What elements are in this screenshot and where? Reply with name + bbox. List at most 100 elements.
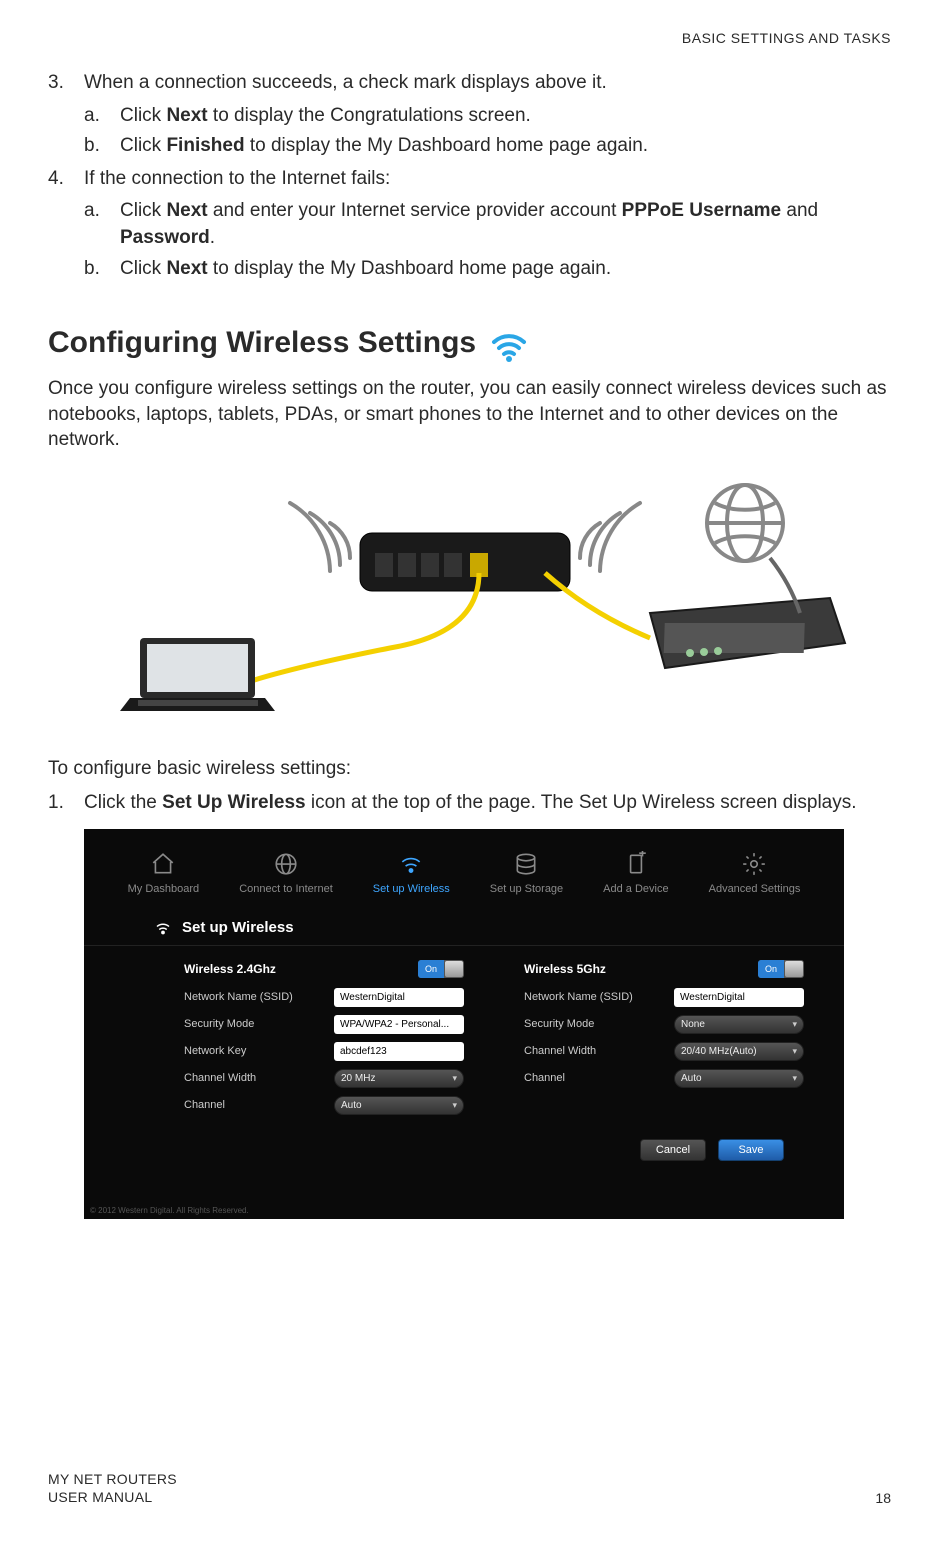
- instruction-list: 3. When a connection succeeds, a check m…: [48, 70, 891, 282]
- channel-label: Channel: [524, 1072, 565, 1084]
- ssid-input[interactable]: WesternDigital: [334, 988, 464, 1007]
- select-value: Auto: [681, 1073, 702, 1084]
- text: to display the My Dashboard home page ag…: [245, 135, 648, 156]
- step-3b: b. Click Finished to display the My Dash…: [84, 133, 891, 160]
- channel-width-label: Channel Width: [184, 1072, 256, 1084]
- bold-text: Next: [166, 258, 207, 279]
- nav-label: Advanced Settings: [709, 883, 801, 895]
- cancel-button[interactable]: Cancel: [640, 1139, 706, 1161]
- ssid-label: Network Name (SSID): [184, 991, 293, 1003]
- nav-dashboard[interactable]: My Dashboard: [128, 851, 200, 895]
- step-4a: a. Click Next and enter your Internet se…: [84, 198, 891, 251]
- home-icon: [148, 851, 178, 877]
- step-3a: a. Click Next to display the Congratulat…: [84, 103, 891, 130]
- nav-wireless[interactable]: Set up Wireless: [373, 851, 450, 895]
- key-input[interactable]: abcdef123: [334, 1042, 464, 1061]
- text: and enter your Internet service provider…: [208, 200, 622, 221]
- nav-label: Add a Device: [603, 883, 668, 895]
- bold-text: Next: [166, 200, 207, 221]
- channel-width-select[interactable]: 20 MHz ▾: [334, 1069, 464, 1088]
- bold-text: PPPoE Username: [622, 200, 781, 221]
- chevron-down-icon: ▾: [452, 1073, 457, 1084]
- select-value: 20 MHz: [341, 1073, 375, 1084]
- nav-label: Connect to Internet: [239, 883, 333, 895]
- nav-label: Set up Storage: [490, 883, 563, 895]
- channel-select[interactable]: Auto ▾: [334, 1096, 464, 1115]
- nav-device[interactable]: Add a Device: [603, 851, 668, 895]
- step-letter: a.: [84, 198, 100, 225]
- wireless-form: Wireless 2.4Ghz On Network Name (SSID) W…: [84, 946, 844, 1123]
- text: .: [210, 227, 215, 248]
- toggle-5ghz[interactable]: On: [758, 960, 804, 978]
- top-navigation: My Dashboard Connect to Internet Set up …: [84, 829, 844, 909]
- channel-width-label: Channel Width: [524, 1045, 596, 1057]
- copyright-text: © 2012 Western Digital. All Rights Reser…: [90, 1206, 249, 1215]
- device-icon: [621, 851, 651, 877]
- step-number: 3.: [48, 70, 64, 97]
- panel-title: Set up Wireless: [84, 909, 844, 946]
- save-button[interactable]: Save: [718, 1139, 784, 1161]
- select-value: Auto: [341, 1100, 362, 1111]
- step-number: 4.: [48, 166, 64, 193]
- network-diagram-figure: [90, 473, 850, 718]
- text: and: [781, 200, 818, 221]
- nav-advanced[interactable]: Advanced Settings: [709, 851, 801, 895]
- nav-storage[interactable]: Set up Storage: [490, 851, 563, 895]
- toggle-on-label: On: [418, 960, 444, 978]
- footer: MY NET ROUTERS USER MANUAL: [48, 1470, 177, 1506]
- channel-select[interactable]: Auto ▾: [674, 1069, 804, 1088]
- wifi-icon: [488, 322, 530, 364]
- footer-line1: MY NET ROUTERS: [48, 1470, 177, 1488]
- channel-width-select[interactable]: 20/40 MHz(Auto) ▾: [674, 1042, 804, 1061]
- step-1: 1. Click the Set Up Wireless icon at the…: [48, 790, 891, 817]
- storage-icon: [511, 851, 541, 877]
- main-content: 3. When a connection succeeds, a check m…: [48, 70, 891, 1219]
- ssid-label: Network Name (SSID): [524, 991, 633, 1003]
- security-label: Security Mode: [184, 1018, 254, 1030]
- button-row: Cancel Save: [84, 1123, 844, 1161]
- heading-text: Configuring Wireless Settings: [48, 326, 476, 360]
- nav-label: Set up Wireless: [373, 883, 450, 895]
- text: icon at the top of the page. The Set Up …: [306, 792, 857, 813]
- gear-icon: [739, 851, 769, 877]
- text: Click: [120, 135, 166, 156]
- page-number: 18: [875, 1490, 891, 1506]
- bold-text: Set Up Wireless: [162, 792, 305, 813]
- select-value: 20/40 MHz(Auto): [681, 1046, 757, 1057]
- text: Click the: [84, 792, 162, 813]
- wireless-setup-screenshot: My Dashboard Connect to Internet Set up …: [84, 829, 844, 1219]
- nav-label: My Dashboard: [128, 883, 200, 895]
- step-letter: b.: [84, 133, 100, 160]
- chevron-down-icon: ▾: [792, 1019, 797, 1030]
- bold-text: Password: [120, 227, 210, 248]
- globe-icon: [271, 851, 301, 877]
- wifi-icon: [154, 919, 172, 937]
- toggle-knob: [445, 961, 463, 977]
- column-24ghz: Wireless 2.4Ghz On Network Name (SSID) W…: [184, 962, 464, 1123]
- step-number: 1.: [48, 790, 64, 817]
- wifi-icon: [396, 851, 426, 877]
- security-select[interactable]: None ▾: [674, 1015, 804, 1034]
- chevron-down-icon: ▾: [452, 1100, 457, 1111]
- subheading: To configure basic wireless settings:: [48, 758, 891, 780]
- bold-text: Finished: [166, 135, 244, 156]
- column-5ghz: Wireless 5Ghz On Network Name (SSID) Wes…: [524, 962, 804, 1123]
- heading-wireless: Configuring Wireless Settings: [48, 322, 891, 364]
- chevron-down-icon: ▾: [792, 1046, 797, 1057]
- security-label: Security Mode: [524, 1018, 594, 1030]
- step-4: 4. If the connection to the Internet fai…: [48, 166, 891, 282]
- panel-title-text: Set up Wireless: [182, 919, 294, 936]
- text: Click: [120, 258, 166, 279]
- nav-connect[interactable]: Connect to Internet: [239, 851, 333, 895]
- text: Click: [120, 105, 166, 126]
- ssid-input[interactable]: WesternDigital: [674, 988, 804, 1007]
- toggle-24ghz[interactable]: On: [418, 960, 464, 978]
- step-text: When a connection succeeds, a check mark…: [84, 72, 607, 93]
- toggle-knob: [785, 961, 803, 977]
- security-input[interactable]: WPA/WPA2 - Personal...: [334, 1015, 464, 1034]
- step-text: If the connection to the Internet fails:: [84, 168, 390, 189]
- text: to display the Congratulations screen.: [208, 105, 531, 126]
- bold-text: Next: [166, 105, 207, 126]
- step-letter: a.: [84, 103, 100, 130]
- footer-line2: USER MANUAL: [48, 1488, 177, 1506]
